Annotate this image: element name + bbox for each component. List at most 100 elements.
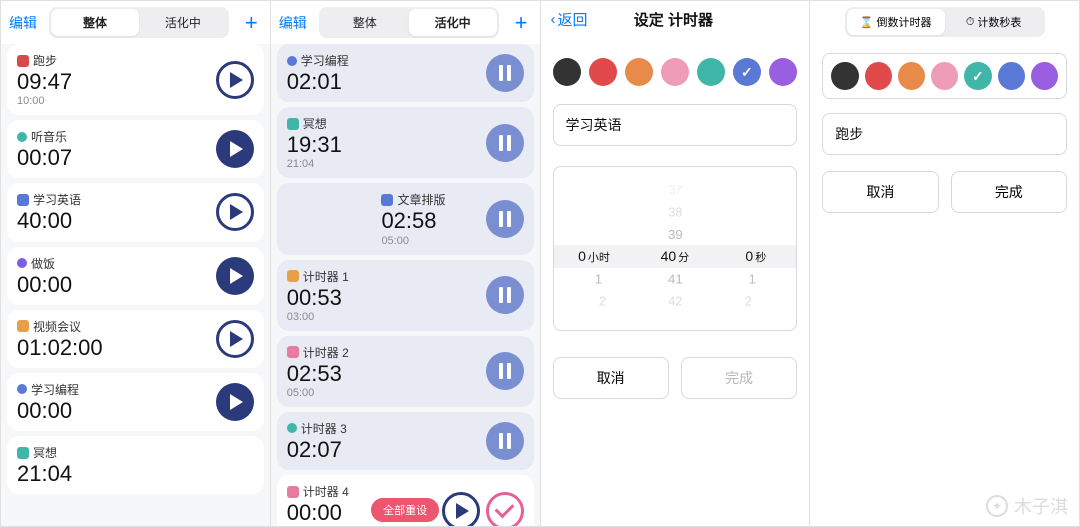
cancel-button[interactable]: 取消	[553, 357, 669, 399]
color-swatch[interactable]	[769, 58, 797, 86]
seg-all[interactable]: 整体	[51, 9, 139, 36]
color-picker	[822, 53, 1067, 99]
color-swatch[interactable]	[898, 62, 925, 90]
timer-sub: 03:00	[287, 311, 486, 323]
timer-card[interactable]: 计时器 302:07	[277, 412, 534, 470]
timer-label: 冥想	[33, 444, 57, 461]
add-button[interactable]: +	[241, 10, 262, 36]
pause-button[interactable]	[486, 124, 524, 162]
timer-label: 听音乐	[31, 128, 67, 145]
play-button[interactable]	[216, 383, 254, 421]
timer-label: 做饭	[31, 255, 55, 272]
color-swatch[interactable]	[931, 62, 958, 90]
timer-card[interactable]: 冥想19:3121:04	[277, 107, 534, 178]
play-button[interactable]	[216, 61, 254, 99]
name-input[interactable]: 学习英语	[553, 104, 798, 146]
panel-timers-active: 编辑 整体 活化中 + 学习编程02:01冥想19:3121:04文章排版02:…	[271, 1, 541, 526]
timer-list: 学习编程02:01冥想19:3121:04文章排版02:5805:00计时器 1…	[271, 44, 540, 526]
nav-bar: ‹ 返回 设定 计时器	[541, 1, 810, 38]
timer-time: 19:31	[287, 133, 486, 157]
reset-all-button[interactable]: 全部重设	[371, 498, 439, 522]
timer-time: 21:04	[17, 462, 254, 486]
done-button[interactable]: 完成	[951, 171, 1067, 213]
timer-time: 40:00	[17, 209, 216, 233]
seg-all[interactable]: 整体	[321, 9, 409, 36]
pause-button[interactable]	[486, 422, 524, 460]
timer-sub: 10:00	[17, 95, 216, 107]
color-swatch[interactable]	[697, 58, 725, 86]
add-button[interactable]: +	[511, 10, 532, 36]
hourglass-icon	[287, 346, 299, 358]
pause-button[interactable]	[486, 200, 524, 238]
hourglass-icon	[381, 194, 393, 206]
timer-card[interactable]: 冥想21:04	[7, 436, 264, 494]
color-swatch[interactable]	[589, 58, 617, 86]
hourglass-icon	[17, 320, 29, 332]
hourglass-icon	[287, 270, 299, 282]
timer-time: 00:00	[17, 273, 216, 297]
color-swatch[interactable]	[1031, 62, 1058, 90]
color-swatch[interactable]	[964, 62, 991, 90]
seg-active[interactable]: 活化中	[139, 9, 227, 36]
timer-card[interactable]: 听音乐00:07	[7, 120, 264, 178]
stopwatch-icon	[287, 423, 297, 433]
stopwatch-icon	[17, 258, 27, 268]
timer-label: 学习英语	[33, 191, 81, 208]
pause-button[interactable]	[486, 54, 524, 92]
edit-button[interactable]: 编辑	[279, 13, 307, 33]
play-button[interactable]	[216, 257, 254, 295]
timer-card[interactable]: 学习英语40:00	[7, 183, 264, 241]
edit-button[interactable]: 编辑	[9, 13, 37, 33]
seg-active[interactable]: 活化中	[409, 9, 497, 36]
timer-sub: 21:04	[287, 158, 486, 170]
duration-picker[interactable]: 37 38 39 0小时 40分 0秒 1411 2422	[553, 166, 798, 331]
color-swatch[interactable]	[661, 58, 689, 86]
complete-button[interactable]	[486, 492, 524, 526]
timer-time: 00:00	[17, 399, 216, 423]
timer-card[interactable]: 跑步09:4710:00	[7, 44, 264, 115]
timer-label: 文章排版	[397, 191, 445, 208]
timer-card[interactable]: 学习编程02:01	[277, 44, 534, 102]
timer-time: 00:53	[287, 286, 486, 310]
play-button[interactable]	[442, 492, 480, 526]
nav-bar: 编辑 整体 活化中 +	[1, 1, 270, 44]
cancel-button[interactable]: 取消	[822, 171, 938, 213]
color-swatch[interactable]	[625, 58, 653, 86]
type-segment[interactable]: ⌛ 倒数计时器 ⏱ 计数秒表	[845, 7, 1045, 37]
pause-button[interactable]	[486, 352, 524, 390]
timer-label: 跑步	[33, 52, 57, 69]
color-swatch[interactable]	[831, 62, 858, 90]
timer-label: 计时器 4	[303, 483, 349, 500]
timer-card[interactable]: 计时器 100:5303:00	[277, 260, 534, 331]
timer-time: 01:02:00	[17, 336, 216, 360]
hourglass-icon	[17, 194, 29, 206]
stopwatch-icon: ⏱	[966, 16, 975, 29]
timer-card[interactable]: 计时器 202:5305:00	[277, 336, 534, 407]
color-swatch[interactable]	[733, 58, 761, 86]
hourglass-icon	[17, 447, 29, 459]
color-swatch[interactable]	[553, 58, 581, 86]
pause-button[interactable]	[486, 276, 524, 314]
play-button[interactable]	[216, 320, 254, 358]
play-button[interactable]	[216, 130, 254, 168]
timer-card[interactable]: 做饭00:00	[7, 247, 264, 305]
seg-stopwatch[interactable]: ⏱ 计数秒表	[945, 9, 1043, 35]
timer-card[interactable]: 视频会议01:02:00	[7, 310, 264, 368]
stopwatch-icon	[17, 384, 27, 394]
view-segment[interactable]: 整体 活化中	[49, 7, 229, 38]
timer-card[interactable]: 文章排版02:5805:00	[277, 183, 534, 254]
name-input[interactable]: 跑步	[822, 113, 1067, 155]
color-picker	[541, 38, 810, 98]
color-swatch[interactable]	[998, 62, 1025, 90]
seg-countdown[interactable]: ⌛ 倒数计时器	[847, 9, 945, 35]
timer-time: 00:07	[17, 146, 216, 170]
timer-time: 02:53	[287, 362, 486, 386]
done-button[interactable]: 完成	[681, 357, 797, 399]
timer-sub: 05:00	[381, 235, 485, 247]
view-segment[interactable]: 整体 活化中	[319, 7, 499, 38]
play-button[interactable]	[216, 193, 254, 231]
hourglass-icon: ⌛	[860, 16, 874, 29]
hourglass-icon	[287, 118, 299, 130]
timer-card[interactable]: 学习编程00:00	[7, 373, 264, 431]
color-swatch[interactable]	[865, 62, 892, 90]
